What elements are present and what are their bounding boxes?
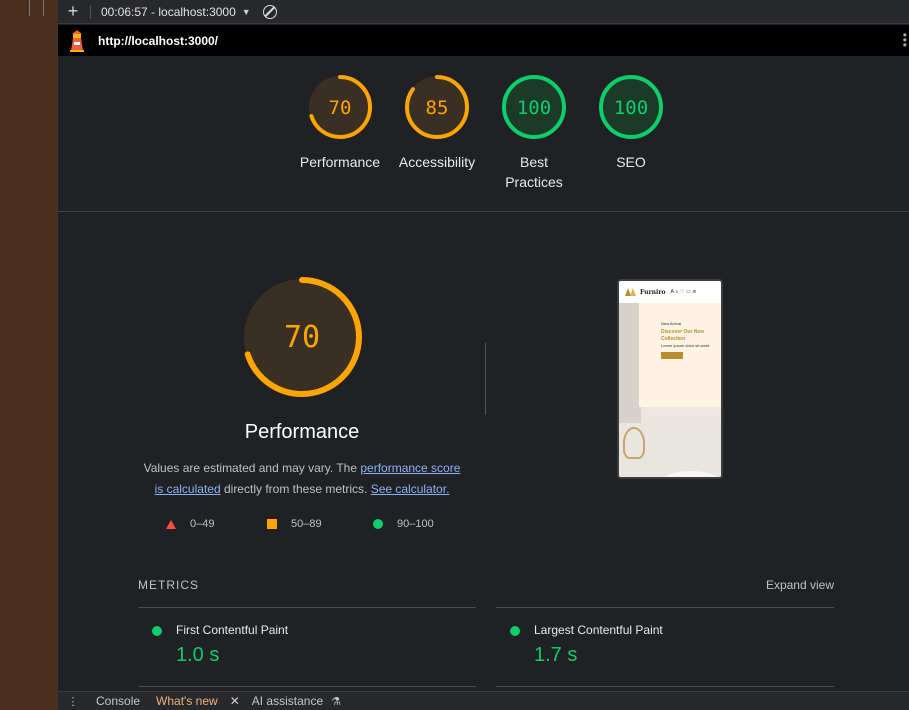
gauge-score: 100 (614, 97, 648, 119)
performance-title: Performance (244, 421, 360, 443)
tab-ai-assistance[interactable]: AI assistance (244, 694, 331, 708)
metric-fcp: First Contentful Paint 1.0 s (138, 607, 476, 687)
score-gauge-accessibility[interactable]: 85 Accessibility (393, 74, 481, 172)
score-gauge-seo[interactable]: 100 SEO (587, 74, 675, 172)
gauge-ring: 70 (308, 75, 372, 139)
kebab-icon[interactable]: • • • (903, 29, 907, 51)
gauge-label: Performance (299, 154, 381, 170)
gauge-ring: 100 (599, 75, 663, 139)
kebab-icon[interactable]: ⋮ (58, 695, 88, 708)
panel-divider (29, 0, 30, 16)
hero-chair (623, 427, 645, 459)
panel-divider (43, 0, 44, 16)
legend-average: 50–89 (267, 518, 322, 530)
screenshot-nav: Furniro A ⌕ ♡ ▭ ≡ (619, 281, 721, 303)
score-gauge-best-practices[interactable]: 100 Best Practices (490, 74, 578, 192)
performance-gauge[interactable]: 70 (240, 275, 364, 399)
description-text: Values are estimated and may vary. The (143, 461, 361, 475)
metrics-header: METRICS Expand view (138, 578, 834, 600)
drawer-tabbar: ⋮ Console What's new ✕ AI assistance ⚗ (58, 691, 909, 710)
side-panel (0, 0, 58, 710)
legend-fail: 0–49 (166, 518, 214, 530)
flask-icon: ⚗ (331, 695, 341, 708)
metric-value: 1.0 s (176, 644, 220, 666)
pass-icon (152, 626, 162, 636)
nav-icons: A ⌕ ♡ ▭ ≡ (670, 289, 697, 295)
gauge-ring: 100 (502, 75, 566, 139)
square-icon (267, 519, 277, 529)
legend-pass: 90–100 (373, 518, 434, 530)
caret-down-icon[interactable]: ▼ (242, 7, 251, 17)
furniro-logo (625, 288, 637, 296)
tab-whats-new[interactable]: What's new (148, 694, 226, 708)
hero-card: New Arrival Discover Our New Collection … (639, 303, 721, 407)
lighthouse-icon (68, 29, 86, 52)
toolbar-separator (90, 4, 91, 19)
report-url[interactable]: http://localhost:3000/ (98, 34, 218, 48)
score-gauge-performance[interactable]: 70 Performance (296, 74, 384, 172)
gauge-score: 100 (517, 97, 551, 119)
devtools-toolbar: + 00:06:57 - localhost:3000 ▼ (58, 0, 909, 24)
tab-console[interactable]: Console (88, 694, 148, 708)
gauge-label: Best Practices (505, 154, 563, 190)
gauge-label: SEO (616, 154, 646, 170)
expand-view-button[interactable]: Expand view (766, 578, 834, 592)
gauge-label: Accessibility (398, 154, 476, 170)
section-divider (485, 343, 486, 415)
hero-kicker: New Arrival (661, 321, 682, 326)
screenshot-brand: Furniro (640, 288, 666, 296)
pass-icon (510, 626, 520, 636)
metric-value: 1.7 s (534, 644, 578, 666)
hero-headline: Discover Our New Collection (661, 329, 705, 342)
gauge-ring: 85 (405, 75, 469, 139)
legend-range: 90–100 (397, 518, 434, 530)
legend-range: 50–89 (291, 518, 322, 530)
screenshot-hero: New Arrival Discover Our New Collection … (619, 303, 721, 477)
hero-button (661, 352, 683, 359)
see-calculator-link[interactable]: See calculator. (371, 482, 450, 496)
metrics-title: METRICS (138, 578, 199, 592)
session-label[interactable]: 00:06:57 - localhost:3000 (101, 5, 236, 19)
circle-icon (373, 519, 383, 529)
score-summary: 70 Performance 85 Accessibility 100 Best Prac… (58, 56, 909, 212)
metric-lcp: Largest Contentful Paint 1.7 s (496, 607, 834, 687)
description-text: directly from these metrics. (220, 482, 371, 496)
metric-name: Largest Contentful Paint (534, 623, 663, 637)
report-url-bar: http://localhost:3000/ • • • (58, 25, 909, 56)
metric-name: First Contentful Paint (176, 623, 289, 637)
close-icon[interactable]: ✕ (230, 694, 240, 708)
triangle-icon (166, 519, 176, 529)
block-icon[interactable] (262, 4, 277, 19)
performance-section: 70 Performance Values are estimated and … (58, 213, 909, 691)
performance-description: Values are estimated and may vary. The p… (138, 458, 466, 500)
hero-body: Lorem ipsum dolor sit amet (661, 343, 710, 348)
page-screenshot[interactable]: Furniro A ⌕ ♡ ▭ ≡ New Arrival Discover O… (617, 279, 723, 479)
lighthouse-report: 70 Performance 85 Accessibility 100 Best Prac… (58, 56, 909, 691)
legend-range: 0–49 (190, 518, 215, 530)
gauge-score: 85 (426, 97, 449, 119)
gauge-score: 70 (329, 97, 352, 119)
performance-score: 70 (284, 320, 320, 355)
plus-icon[interactable]: + (58, 1, 88, 22)
